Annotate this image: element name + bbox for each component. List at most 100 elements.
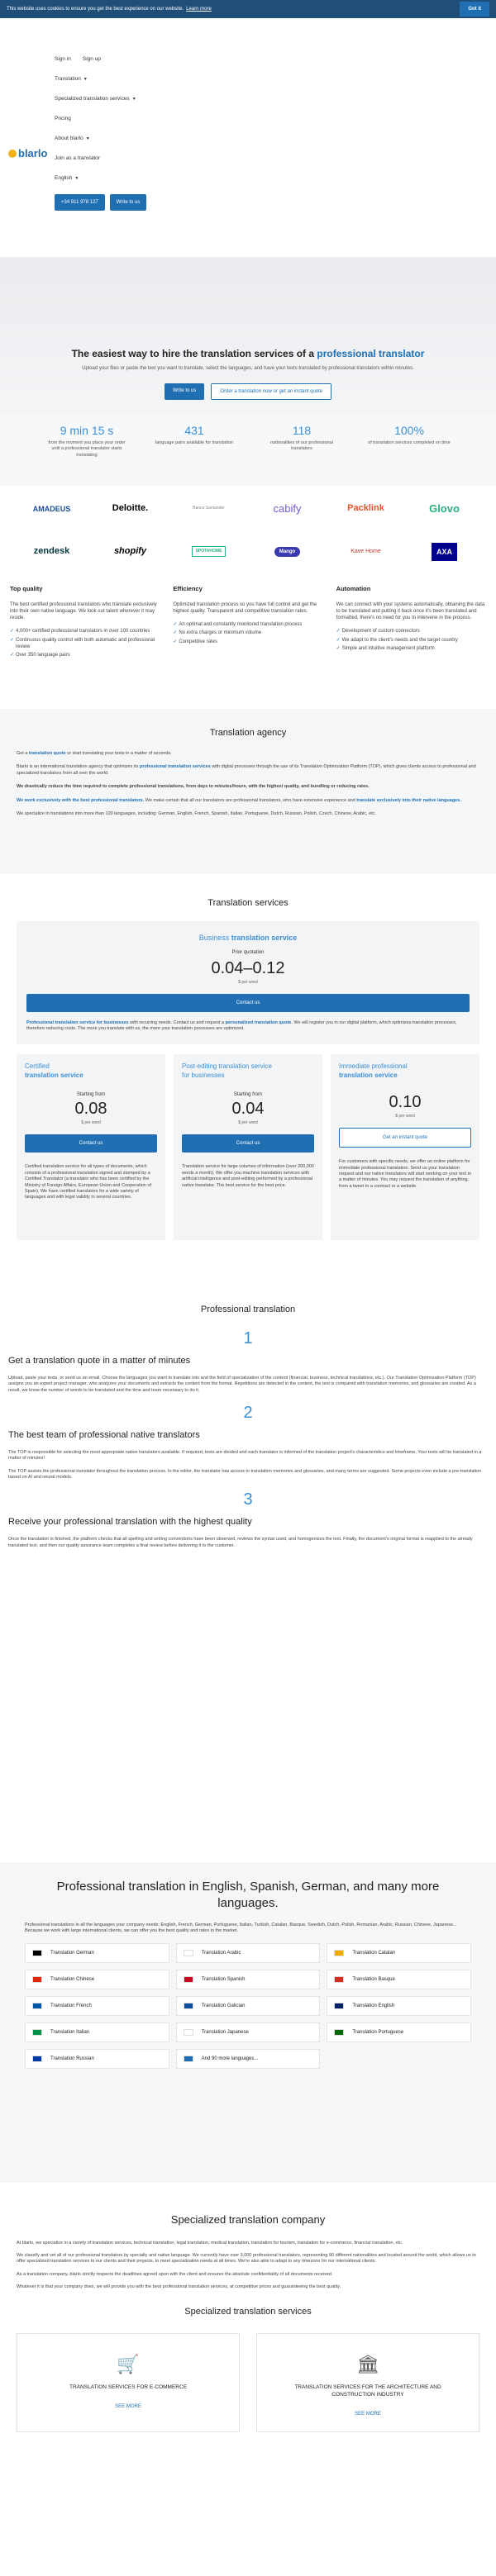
chevron-down-icon: ▼ <box>74 176 79 182</box>
cookie-accept-button[interactable]: Got it <box>460 1 489 17</box>
nav-item-pricing[interactable]: Pricing <box>55 110 170 130</box>
flag-icon <box>334 2028 345 2036</box>
language-item[interactable]: Translation Portuguese <box>327 2022 471 2042</box>
main-nav: Sign in Sign up Translation ▼ Specialized… <box>55 56 170 211</box>
sign-in-link[interactable]: Sign in <box>55 56 71 64</box>
chevron-down-icon: ▼ <box>85 136 90 142</box>
sign-up-link[interactable]: Sign up <box>83 56 101 64</box>
see-more-link[interactable]: SEE MORE <box>257 2411 479 2417</box>
hero-write-button[interactable]: Write to us <box>164 383 205 401</box>
ecommerce-service-card[interactable]: 🛒 TRANSLATION SERVICES FOR E-COMMERCE SE… <box>17 2332 240 2432</box>
flag-icon <box>32 2028 42 2036</box>
specialized-company-section: Specialized translation company At blarl… <box>0 2212 496 2576</box>
step-3: 3 Receive your professional translation … <box>8 1490 473 1548</box>
certified-contact-button[interactable]: Contact us <box>25 1134 157 1153</box>
price: 0.04–0.12 <box>211 959 285 978</box>
flag-icon <box>334 2002 345 2009</box>
building-icon: 🏛 <box>356 2353 379 2374</box>
section-title: Professional translation <box>200 1305 296 1314</box>
architecture-service-card[interactable]: 🏛 TRANSLATION SERVICES FOR THE ARCHITECT… <box>256 2332 479 2432</box>
section-title: Translation services <box>207 898 289 908</box>
languages-section: Professional translation in English, Spa… <box>0 1862 496 2183</box>
language-item[interactable]: Translation French <box>25 1995 169 2016</box>
logo-mango: Mango <box>274 546 301 557</box>
translation-quote-link[interactable]: translation quote <box>29 751 66 756</box>
step-1: 1 Get a translation quote in a matter of… <box>8 1328 476 1393</box>
language-item[interactable]: Translation Catalan <box>327 1942 471 1963</box>
logo-amadeus: AMADEUS <box>32 504 71 513</box>
certified-service-card: Certified translation service Starting fr… <box>17 1053 165 1240</box>
flag-icon <box>32 1949 42 1956</box>
hero-title: The easiest way to hire the translation … <box>71 348 425 359</box>
phone-button[interactable]: +34 911 978 127 <box>55 193 105 211</box>
write-to-us-button[interactable]: Write to us <box>109 193 147 211</box>
language-item[interactable]: Translation English <box>327 1995 471 2016</box>
hero-subtitle: Upload your files or paste the text you … <box>82 366 414 372</box>
section-title: Specialized translation company <box>170 2213 326 2226</box>
instant-quote-button[interactable]: Get an instant quote <box>339 1128 471 1148</box>
language-item[interactable]: Translation Russian <box>25 2048 169 2069</box>
feature-quality: Top quality The best certified profession… <box>10 585 160 709</box>
price: 0.04 <box>231 1100 265 1119</box>
logo-axa: AXA <box>431 542 457 561</box>
flag-icon <box>334 1949 345 1956</box>
language-item[interactable]: Translation Galician <box>175 1995 321 2016</box>
logo-shopify: shopify <box>113 546 147 557</box>
flag-icon <box>183 2055 193 2062</box>
flag-icon <box>32 2055 42 2062</box>
site-header: blarlo Sign in Sign up Translation ▼ Spec… <box>0 18 496 258</box>
language-item[interactable]: Translation Spanish <box>175 1969 321 1989</box>
hero: The easiest way to hire the translation … <box>0 258 496 415</box>
learn-more-link[interactable]: Learn more <box>186 6 212 12</box>
see-more-link[interactable]: SEE MORE <box>17 2403 239 2410</box>
nav-item-translation[interactable]: Translation ▼ <box>55 70 170 90</box>
language-item[interactable]: Translation German <box>25 1942 169 1963</box>
language-grid: Translation German Translation Arabic Tran… <box>25 1942 471 2069</box>
business-contact-button[interactable]: Contact us <box>26 993 470 1012</box>
logo-cabify: cabify <box>273 502 302 516</box>
post-editing-service-card: Post-editing translation service for busi… <box>174 1053 322 1240</box>
language-item[interactable]: Translation Arabic <box>175 1942 321 1963</box>
stat: 100% of translation services completed on… <box>368 424 451 445</box>
flag-icon <box>183 2002 193 2009</box>
chevron-down-icon: ▼ <box>131 97 136 102</box>
professional-translation-steps: Professional translation 1 Get a transla… <box>0 1304 496 1862</box>
logo-zendesk: zendesk <box>33 546 70 557</box>
stat: 118 nationalities of our professional tra… <box>270 424 333 452</box>
stats-bar: 9 min 15 s from the moment you place your… <box>0 415 496 486</box>
language-item[interactable]: Translation Japanese <box>175 2022 321 2042</box>
language-item[interactable]: Translation Chinese <box>25 1969 169 1989</box>
flag-icon <box>32 2002 42 2009</box>
nav-item-join[interactable]: Join as a translator <box>55 150 170 169</box>
step-2: 2 The best team of professional native t… <box>8 1403 482 1480</box>
flag-icon <box>183 2028 193 2036</box>
section-title: Professional translation in English, Spa… <box>56 1880 440 1910</box>
feature-automation: Automation We can connect with your syste… <box>336 585 486 709</box>
logo-kave-home: Kave Home <box>351 549 381 555</box>
flag-icon <box>32 1975 42 1983</box>
language-item[interactable]: Translation Basque <box>327 1969 471 1989</box>
flag-icon <box>183 1949 193 1956</box>
cookie-text: This website uses cookies to ensure you … <box>7 6 184 12</box>
subsection-title: Specialized translation services <box>184 2306 312 2317</box>
logo-spotahome: SPOTAHOME <box>191 546 227 558</box>
logo[interactable]: blarlo <box>8 146 47 161</box>
flag-icon <box>183 1975 193 1983</box>
immediate-service-card: Immediate professional translation servic… <box>331 1053 479 1240</box>
logo-santander: Banco Santander <box>193 506 225 511</box>
hero-quote-button[interactable]: Order a translation now or get an instan… <box>211 383 332 401</box>
logo-packlink: Packlink <box>347 503 384 514</box>
language-item[interactable]: Translation Italian <box>25 2022 169 2042</box>
logo-glovo: Glovo <box>429 502 460 516</box>
nav-item-specialized[interactable]: Specialized translation services ▼ <box>55 90 170 110</box>
post-editing-contact-button[interactable]: Contact us <box>182 1134 314 1153</box>
stat: 9 min 15 s from the moment you place your… <box>48 424 126 458</box>
shopping-cart-icon: 🛒 <box>117 2353 140 2374</box>
feature-efficiency: Efficiency Optimized translation process … <box>173 585 322 709</box>
nav-item-about[interactable]: About blarlo ▼ <box>55 130 170 150</box>
stat: 431 language pairs available for translat… <box>155 424 234 445</box>
logo-icon <box>8 149 17 158</box>
language-item[interactable]: And 90 more languages... <box>175 2048 321 2069</box>
language-selector[interactable]: English ▼ <box>55 169 170 189</box>
price: 0.10 <box>389 1093 422 1112</box>
